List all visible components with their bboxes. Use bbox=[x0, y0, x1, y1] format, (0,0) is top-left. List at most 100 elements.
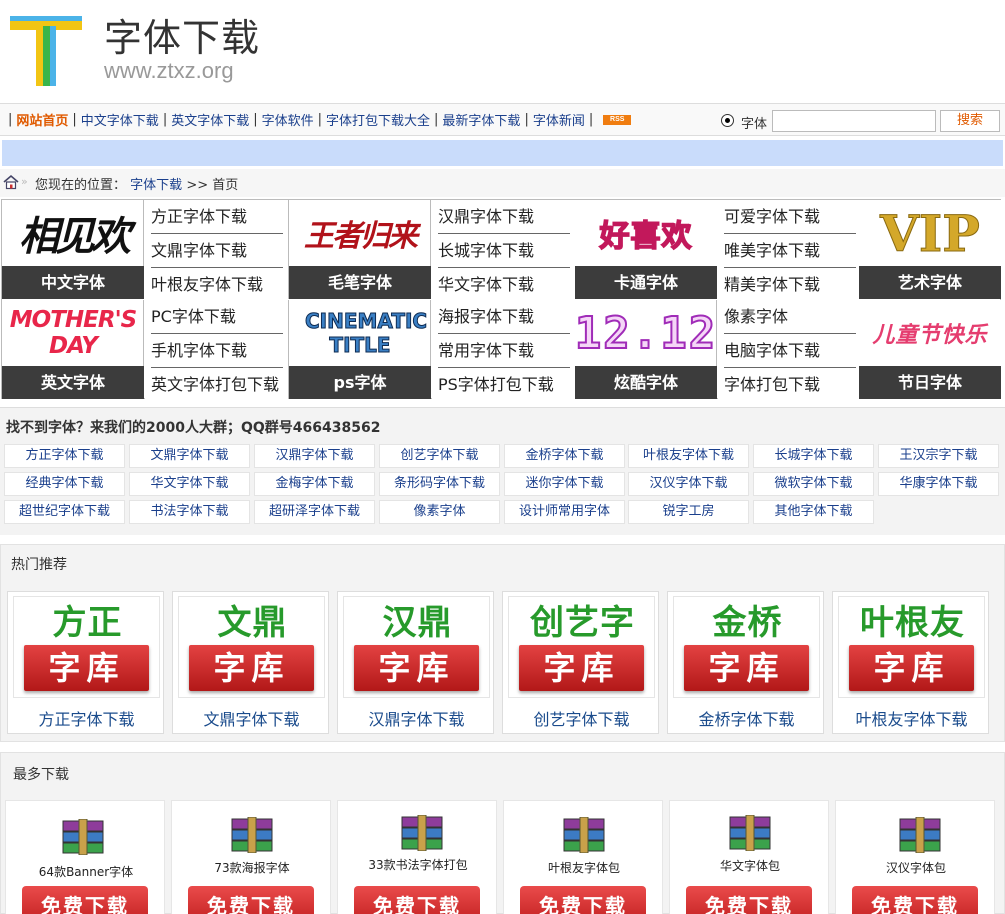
category-link[interactable]: 唯美字体下载 bbox=[724, 234, 856, 268]
nav-item-latest-fonts[interactable]: 最新字体下载 bbox=[442, 110, 520, 129]
hot-item-caption[interactable]: 金桥字体下载 bbox=[668, 706, 825, 730]
category-cartoon[interactable]: 好喜欢 卡通字体 bbox=[575, 200, 717, 299]
download-item[interactable]: 华文字体包 免费下载 bbox=[669, 800, 829, 914]
font-tag[interactable]: 其他字体下载 bbox=[753, 500, 874, 524]
font-library-logo[interactable]: 金桥 字库 bbox=[673, 596, 820, 698]
download-item-name[interactable]: 汉仪字体包 bbox=[836, 859, 996, 876]
hot-item[interactable]: 文鼎 字库 文鼎字体下载 bbox=[172, 591, 329, 734]
font-tag[interactable]: 创艺字体下载 bbox=[379, 444, 500, 468]
font-library-logo[interactable]: 汉鼎 字库 bbox=[343, 596, 490, 698]
category-english[interactable]: MOTHER'S DAY 英文字体 bbox=[2, 300, 144, 399]
category-link[interactable]: 海报字体下载 bbox=[438, 300, 570, 334]
font-tag[interactable]: 汉鼎字体下载 bbox=[254, 444, 375, 468]
search-type-radio[interactable] bbox=[721, 114, 734, 127]
nav-item-home[interactable]: 网站首页 bbox=[16, 110, 68, 129]
font-tag[interactable]: 华康字体下载 bbox=[878, 472, 999, 496]
download-item-name[interactable]: 华文字体包 bbox=[670, 857, 830, 874]
free-download-button[interactable]: 免费下载 bbox=[188, 886, 314, 914]
free-download-button[interactable]: 免费下载 bbox=[22, 886, 148, 914]
nav-item-font-packs[interactable]: 字体打包下载大全 bbox=[326, 110, 430, 129]
free-download-button[interactable]: 免费下载 bbox=[686, 886, 812, 914]
download-item-name[interactable]: 33款书法字体打包 bbox=[338, 856, 498, 873]
hot-item[interactable]: 金桥 字库 金桥字体下载 bbox=[667, 591, 824, 734]
free-download-button[interactable]: 免费下载 bbox=[354, 886, 480, 914]
font-tag[interactable]: 叶根友字体下载 bbox=[628, 444, 749, 468]
category-cool[interactable]: 12.12 炫酷字体 bbox=[575, 300, 717, 399]
category-link[interactable]: 字体打包下载 bbox=[724, 368, 856, 402]
category-label[interactable]: 艺术字体 bbox=[859, 266, 1001, 299]
font-tag[interactable]: 文鼎字体下载 bbox=[129, 444, 250, 468]
font-tag[interactable]: 微软字体下载 bbox=[753, 472, 874, 496]
font-tag[interactable]: 条形码字体下载 bbox=[379, 472, 500, 496]
category-link[interactable]: PC字体下载 bbox=[151, 300, 283, 334]
breadcrumb-link[interactable]: 字体下载 bbox=[130, 178, 182, 193]
font-tag[interactable]: 金桥字体下载 bbox=[504, 444, 625, 468]
font-library-logo[interactable]: 创艺字 字库 bbox=[508, 596, 655, 698]
font-tag[interactable]: 像素字体 bbox=[379, 500, 500, 524]
download-item-name[interactable]: 64款Banner字体 bbox=[6, 863, 166, 880]
font-tag[interactable]: 超研泽字体下载 bbox=[254, 500, 375, 524]
rss-icon[interactable]: RSS bbox=[603, 114, 632, 125]
category-link[interactable]: 方正字体下载 bbox=[151, 200, 283, 234]
free-download-button[interactable]: 免费下载 bbox=[520, 886, 646, 914]
hot-item[interactable]: 叶根友 字库 叶根友字体下载 bbox=[832, 591, 989, 734]
category-link[interactable]: 可爱字体下载 bbox=[724, 200, 856, 234]
search-button[interactable]: 搜索 bbox=[940, 110, 1000, 132]
category-link[interactable]: 华文字体下载 bbox=[438, 268, 570, 302]
hot-item-caption[interactable]: 汉鼎字体下载 bbox=[338, 706, 495, 730]
hot-item-caption[interactable]: 文鼎字体下载 bbox=[173, 706, 330, 730]
category-link[interactable]: 文鼎字体下载 bbox=[151, 234, 283, 268]
nav-item-font-news[interactable]: 字体新闻 bbox=[533, 110, 585, 129]
category-label[interactable]: 中文字体 bbox=[2, 266, 144, 299]
category-link[interactable]: 像素字体 bbox=[724, 300, 856, 334]
site-title[interactable]: 字体下载 bbox=[104, 16, 260, 60]
category-link[interactable]: 叶根友字体下载 bbox=[151, 268, 283, 302]
download-item[interactable]: 33款书法字体打包 免费下载 bbox=[337, 800, 497, 914]
free-download-button[interactable]: 免费下载 bbox=[852, 886, 978, 914]
category-link[interactable]: 手机字体下载 bbox=[151, 334, 283, 368]
category-image[interactable]: VIP bbox=[859, 200, 1001, 266]
category-image[interactable]: 王者归来 bbox=[289, 200, 431, 266]
download-item[interactable]: 汉仪字体包 免费下载 bbox=[835, 800, 995, 914]
hot-item-caption[interactable]: 方正字体下载 bbox=[8, 706, 165, 730]
download-item-name[interactable]: 叶根友字体包 bbox=[504, 859, 664, 876]
font-tag[interactable]: 汉仪字体下载 bbox=[628, 472, 749, 496]
search-input[interactable] bbox=[772, 110, 936, 132]
category-label[interactable]: 节日字体 bbox=[859, 366, 1001, 399]
download-item[interactable]: 叶根友字体包 免费下载 bbox=[503, 800, 663, 914]
category-image[interactable]: 好喜欢 bbox=[575, 200, 717, 266]
nav-item-chinese-fonts[interactable]: 中文字体下载 bbox=[81, 110, 159, 129]
category-link[interactable]: 电脑字体下载 bbox=[724, 334, 856, 368]
font-tag[interactable]: 设计师常用字体 bbox=[504, 500, 625, 524]
hot-item[interactable]: 方正 字库 方正字体下载 bbox=[7, 591, 164, 734]
font-library-logo[interactable]: 方正 字库 bbox=[13, 596, 160, 698]
category-link[interactable]: PS字体打包下载 bbox=[438, 368, 570, 402]
category-link[interactable]: 汉鼎字体下载 bbox=[438, 200, 570, 234]
font-tag[interactable]: 超世纪字体下载 bbox=[4, 500, 125, 524]
category-label[interactable]: 英文字体 bbox=[2, 366, 144, 399]
download-item-name[interactable]: 73款海报字体 bbox=[172, 859, 332, 876]
category-label[interactable]: 毛笔字体 bbox=[289, 266, 431, 299]
font-tag[interactable]: 长城字体下载 bbox=[753, 444, 874, 468]
home-icon[interactable] bbox=[3, 174, 19, 190]
category-link[interactable]: 常用字体下载 bbox=[438, 334, 570, 368]
category-link[interactable]: 英文字体打包下载 bbox=[151, 368, 283, 402]
category-chinese[interactable]: 相见欢 中文字体 bbox=[2, 200, 144, 299]
site-logo-icon[interactable] bbox=[8, 12, 86, 90]
category-image[interactable]: 相见欢 bbox=[2, 200, 144, 266]
hot-item[interactable]: 创艺字 字库 创艺字体下载 bbox=[502, 591, 659, 734]
category-image[interactable]: MOTHER'S DAY bbox=[2, 300, 144, 366]
category-label[interactable]: 卡通字体 bbox=[575, 266, 717, 299]
category-label[interactable]: 炫酷字体 bbox=[575, 366, 717, 399]
hot-item-caption[interactable]: 叶根友字体下载 bbox=[833, 706, 990, 730]
category-image[interactable]: 儿童节快乐 bbox=[859, 300, 1001, 366]
category-holiday[interactable]: 儿童节快乐 节日字体 bbox=[859, 300, 1001, 399]
nav-item-font-software[interactable]: 字体软件 bbox=[262, 110, 314, 129]
font-tag[interactable]: 迷你字体下载 bbox=[504, 472, 625, 496]
hot-item[interactable]: 汉鼎 字库 汉鼎字体下载 bbox=[337, 591, 494, 734]
font-library-logo[interactable]: 文鼎 字库 bbox=[178, 596, 325, 698]
font-tag[interactable]: 华文字体下载 bbox=[129, 472, 250, 496]
category-link[interactable]: 精美字体下载 bbox=[724, 268, 856, 302]
category-art[interactable]: VIP 艺术字体 bbox=[859, 200, 1001, 299]
category-image[interactable]: CINEMATIC TITLE bbox=[289, 300, 431, 366]
